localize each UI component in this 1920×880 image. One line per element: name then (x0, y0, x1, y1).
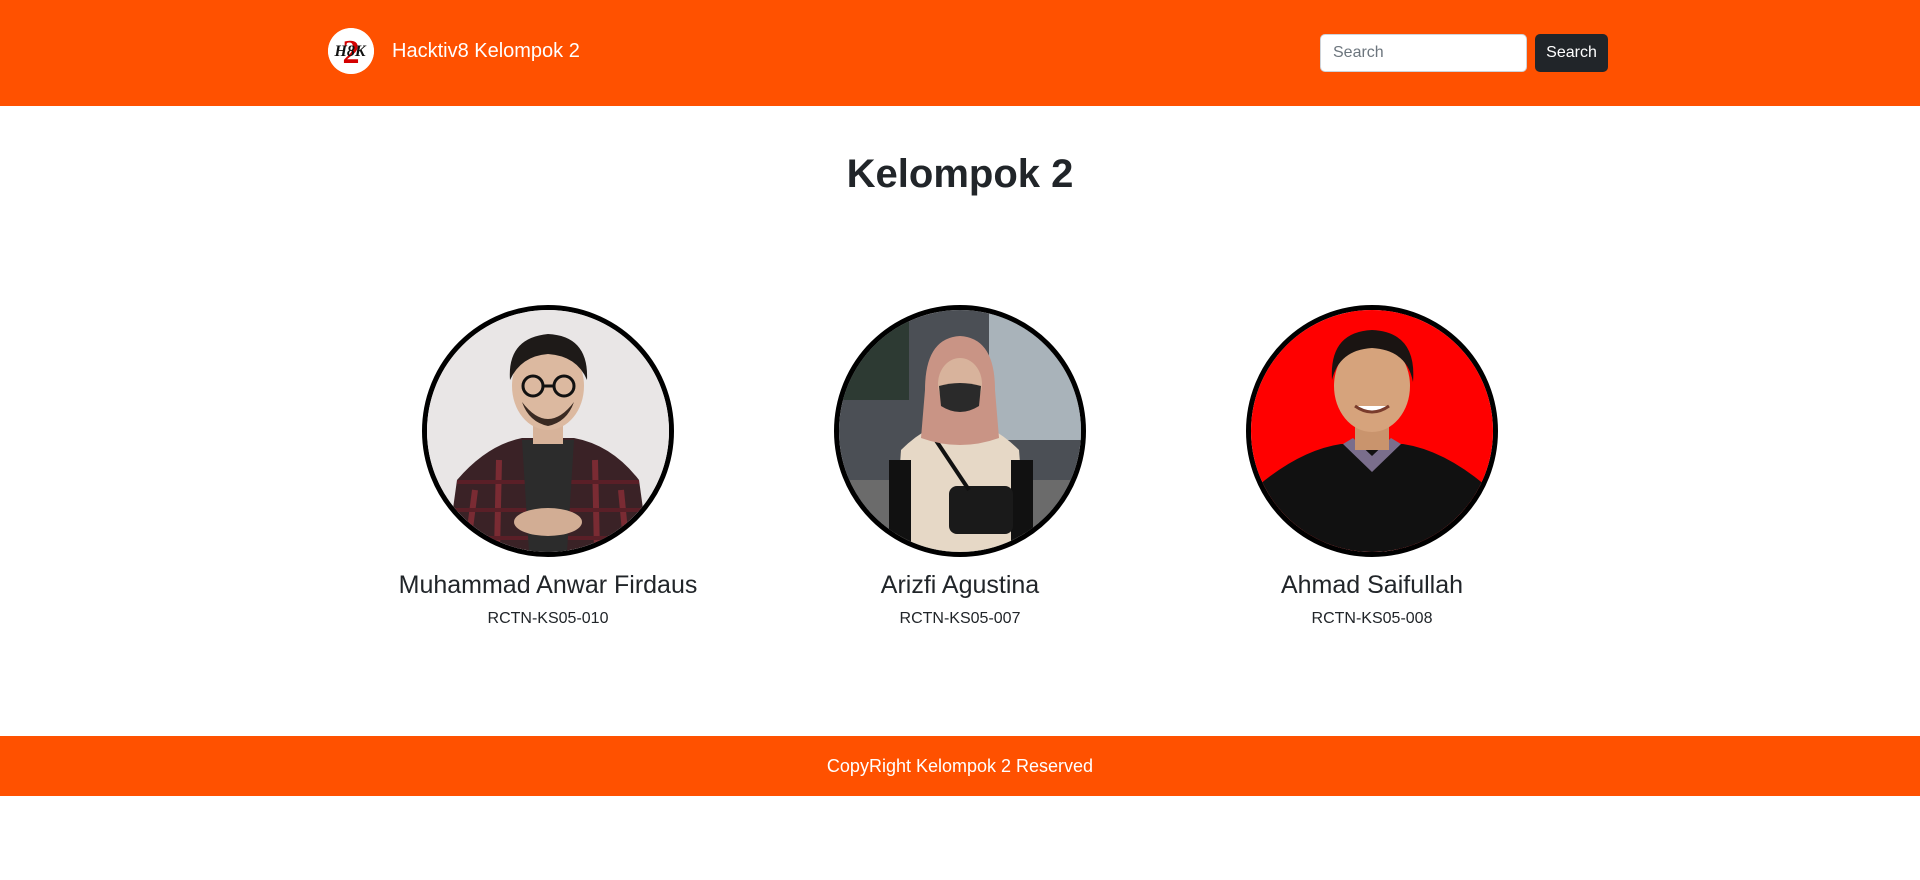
member-id: RCTN-KS05-007 (899, 610, 1021, 627)
member-card: Ahmad Saifullah RCTN-KS05-008 (1222, 305, 1522, 628)
member-name: Arizfi Agustina (880, 571, 1040, 599)
member-photo (1246, 305, 1498, 557)
member-id: RCTN-KS05-010 (487, 610, 609, 627)
member-photo (422, 305, 674, 557)
member-name: Ahmad Saifullah (1280, 571, 1464, 599)
search-button[interactable]: Search (1535, 34, 1608, 72)
member-card: Arizfi Agustina RCTN-KS05-007 (810, 305, 1110, 628)
member-photo (834, 305, 1086, 557)
member-id: RCTN-KS05-008 (1311, 610, 1433, 627)
navbar: 2 H8K Hacktiv8 Kelompok 2 Search (0, 0, 1920, 106)
member-card: Muhammad Anwar Firdaus RCTN-KS05-010 (398, 305, 698, 628)
member-name: Muhammad Anwar Firdaus (398, 571, 698, 599)
footer-copyright: CopyRight Kelompok 2 Reserved (826, 756, 1094, 776)
svg-text:H8K: H8K (333, 43, 366, 60)
brand-title: Hacktiv8 Kelompok 2 (392, 39, 580, 62)
navbar-brand[interactable]: 2 H8K Hacktiv8 Kelompok 2 (328, 28, 580, 74)
h8k2-logo-icon: 2 H8K (328, 28, 374, 74)
page-title: Kelompok 2 (846, 152, 1074, 196)
search-input[interactable] (1320, 34, 1527, 72)
footer: CopyRight Kelompok 2 Reserved (0, 736, 1920, 796)
